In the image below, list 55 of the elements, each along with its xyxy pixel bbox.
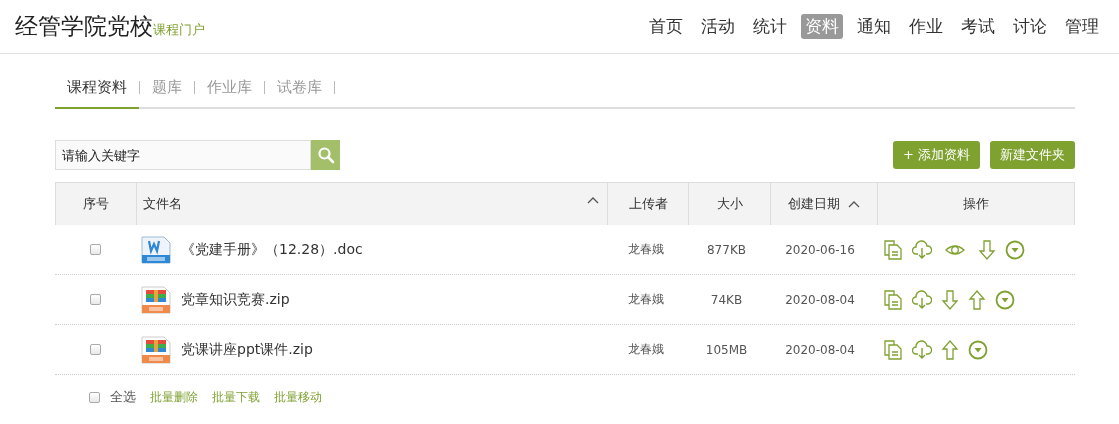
column-header[interactable]: 大小 (688, 183, 770, 225)
size-cell-text: 74KB (709, 291, 744, 309)
site-title: 经管学院党校 (15, 12, 153, 41)
nav-item[interactable]: 讨论 (1009, 14, 1051, 39)
uploader-cell-text: 龙春娥 (627, 291, 665, 308)
select-all-checkbox[interactable] (89, 391, 100, 403)
site-subtitle: 课程门户 (153, 22, 205, 39)
size-cell-text: 105MB (704, 341, 749, 359)
sort-icon[interactable] (587, 196, 599, 204)
row-checkbox[interactable] (89, 294, 101, 305)
copy-icon[interactable] (883, 339, 903, 360)
nav-item[interactable]: 作业 (905, 14, 947, 39)
column-header[interactable]: 文件名 (136, 183, 607, 225)
word-file-icon (141, 235, 171, 264)
nav-item[interactable]: 考试 (957, 14, 999, 39)
column-header[interactable]: 操作 (877, 183, 1074, 225)
nav-item[interactable]: 管理 (1061, 14, 1103, 39)
archive-file-icon (141, 335, 171, 364)
arrow-down-icon[interactable] (978, 239, 996, 260)
nav-item[interactable]: 首页 (645, 14, 687, 39)
arrow-down-icon[interactable] (941, 289, 959, 310)
cloud-download-icon[interactable] (912, 289, 932, 310)
archive-file-icon (141, 285, 171, 314)
sort-icon[interactable] (848, 200, 860, 208)
subtab[interactable]: 课程资料 (55, 67, 139, 109)
file-name[interactable]: 党章知识竞赛.zip (181, 290, 290, 309)
row-checkbox[interactable] (89, 344, 101, 355)
search-icon (316, 146, 335, 164)
file-name[interactable]: 党课讲座ppt课件.zip (181, 340, 313, 359)
dropdown-circle-icon[interactable] (1005, 239, 1025, 260)
copy-icon[interactable] (883, 289, 903, 310)
file-name[interactable]: 《党建手册》（12.28）.doc (181, 240, 363, 259)
uploader-cell-text: 龙春娥 (627, 341, 665, 358)
column-header[interactable]: 上传者 (607, 183, 688, 225)
copy-icon[interactable] (883, 239, 903, 260)
arrow-up-icon[interactable] (968, 289, 986, 310)
select-all-label[interactable]: 全选 (110, 388, 136, 406)
size-cell-text: 877KB (706, 241, 747, 259)
dropdown-circle-icon[interactable] (995, 289, 1015, 310)
column-header[interactable]: 序号 (56, 183, 136, 225)
row-checkbox[interactable] (89, 244, 101, 255)
date-cell-text: 2020-06-16 (784, 241, 856, 259)
search-field[interactable]: 请输入关键字 (55, 140, 311, 170)
nav-item[interactable]: 活动 (697, 14, 739, 39)
column-header[interactable]: 创建日期 (770, 183, 877, 225)
date-cell-text: 2020-08-04 (784, 341, 856, 359)
arrow-up-icon[interactable] (941, 339, 959, 360)
cloud-download-icon[interactable] (912, 339, 932, 360)
dropdown-circle-icon[interactable] (968, 339, 988, 360)
search-button[interactable] (311, 140, 340, 170)
nav-item[interactable]: 通知 (853, 14, 895, 39)
cloud-download-icon[interactable] (912, 239, 932, 260)
uploader-cell-text: 龙春娥 (627, 241, 665, 258)
nav-item[interactable]: 统计 (749, 14, 791, 39)
date-cell-text: 2020-08-04 (784, 291, 856, 309)
